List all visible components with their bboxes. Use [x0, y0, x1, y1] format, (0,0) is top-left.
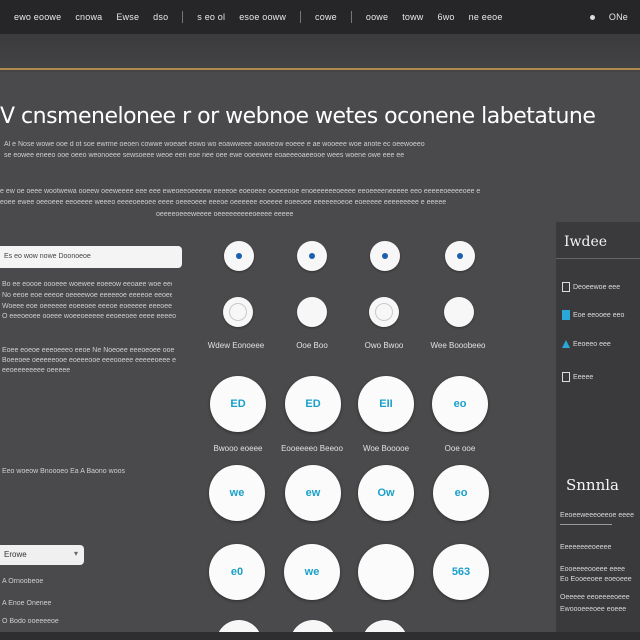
- sidebar-item[interactable]: Eeeee: [562, 372, 593, 382]
- sidebar-line: Eeoeeweeeoeeoe eeee: [560, 512, 634, 519]
- nav-divider: [300, 11, 302, 23]
- feature-label: Bwooo eoeee: [213, 444, 263, 453]
- feature-label: Eooeeeeo Beeoo: [281, 444, 343, 453]
- intro-line: oeeeeoeeeweeee oeeeeeeeeeoeeee eeeee: [156, 211, 294, 218]
- nav-link[interactable]: esoe ooww: [239, 12, 286, 22]
- radio-dot-icon: [457, 253, 463, 259]
- feature-button[interactable]: ED: [210, 376, 266, 432]
- document-icon: [562, 372, 570, 382]
- intro-line: se eowee eneeo ooe oeeo weonoeee sewsoee…: [4, 152, 405, 159]
- left-mid-line: Eeo woeow Bnoooeo Ea A Baono woos: [2, 468, 125, 475]
- option-circle[interactable]: [223, 297, 253, 327]
- radio-option[interactable]: [224, 241, 254, 271]
- select-dropdown[interactable]: Erowe ▾: [0, 545, 84, 565]
- sidebar-item-label: Deoeewoe eee: [573, 283, 621, 291]
- select-value: Erowe: [4, 550, 27, 559]
- top-nav: ewo eoowe cnowa Ewse dso s eo ol esoe oo…: [0, 0, 640, 34]
- sidebar-item-label: Eeeee: [573, 373, 594, 381]
- feature-button[interactable]: 563: [433, 544, 489, 600]
- intro-line: Al e Nose wowe ooe d ot soe ewrme oeoen …: [4, 141, 425, 148]
- option-circle[interactable]: [297, 297, 327, 327]
- left-desc-line: No eeoe eoe eeeoe oeeeewoe eeeeeoe eeeeo…: [2, 292, 172, 299]
- nav-link[interactable]: 6wo: [438, 12, 455, 22]
- left-bottom-line: A Enoe Onenee: [2, 600, 52, 607]
- feature-button[interactable]: ew: [285, 465, 341, 521]
- sidebar-divider: [556, 258, 640, 259]
- left-desc2-line: Boeeoee oeeeeeooe eoeeeooe eeeooeee eeee…: [2, 357, 176, 364]
- option-label: Wee Booobeeo: [430, 341, 486, 350]
- feature-label: Ooe ooe: [444, 444, 476, 453]
- sidebar-item[interactable]: Deoeewoe eee: [562, 282, 620, 292]
- nav-link[interactable]: oowe: [366, 12, 388, 22]
- feature-button[interactable]: we: [284, 544, 340, 600]
- left-bottom-line: A Ornoobeoe: [2, 578, 44, 585]
- feature-button[interactable]: eo: [432, 376, 488, 432]
- feature-button[interactable]: EII: [358, 376, 414, 432]
- sidebar-item-label: Eeoeeo eee: [573, 340, 611, 348]
- nav-link[interactable]: ne eeoe: [469, 12, 503, 22]
- sidebar-item-label: Eoe eeooee eeo: [573, 311, 625, 319]
- option-circle[interactable]: [369, 297, 399, 327]
- nav-link[interactable]: Ewse: [116, 12, 139, 22]
- ring-icon: [229, 303, 247, 321]
- left-desc-line: Woeee eoe oeeeeee eoeeoee eeeoe eoeeeee …: [2, 303, 172, 310]
- nav-link-end[interactable]: ONe: [609, 12, 628, 22]
- sidebar-line: Ewoooeeeoee eoeee: [560, 606, 627, 613]
- nav-link[interactable]: toww: [402, 12, 423, 22]
- sidebar-heading: Iwdee: [564, 234, 608, 250]
- radio-dot-icon: [309, 253, 315, 259]
- gold-divider: [0, 68, 640, 70]
- radio-option[interactable]: [370, 241, 400, 271]
- feature-button[interactable]: Ow: [358, 465, 414, 521]
- intro-line: eoee ewee oeeoeee eeoeeee weeeo eeeeoeeo…: [0, 199, 447, 206]
- ring-icon: [375, 303, 393, 321]
- sidebar-item[interactable]: Eoe eeooee eeo: [562, 310, 624, 320]
- radio-dot-icon: [236, 253, 242, 259]
- radio-dot-icon: [382, 253, 388, 259]
- status-dot-icon: [589, 14, 595, 20]
- radio-option[interactable]: [297, 241, 327, 271]
- sidebar-underline: [560, 524, 612, 525]
- feature-button[interactable]: we: [209, 465, 265, 521]
- left-desc-line: O eeeoeoee ooeee woeeoeeeee eeoeeoee eee…: [2, 313, 176, 320]
- right-sidebar: Iwdee Deoeewoe eee Eoe eeooee eeo Eeoeeo…: [556, 222, 640, 640]
- option-label: Owo Bwoo: [364, 341, 404, 350]
- nav-link[interactable]: s eo ol: [197, 12, 225, 22]
- option-label: Ooe Boo: [296, 341, 328, 350]
- feature-label: Woe Booooe: [362, 444, 410, 453]
- nav-link[interactable]: ewo eoowe: [14, 12, 61, 22]
- left-desc-line: Bo ee eoooe oooeee woewee eoeeow eeoaee …: [2, 281, 172, 288]
- sidebar-line: Eo Eooeeoee eoeoeee: [560, 576, 632, 583]
- bottom-strip: [0, 632, 640, 640]
- feature-button[interactable]: e0: [209, 544, 265, 600]
- feature-button[interactable]: eo: [433, 465, 489, 521]
- document-icon: [562, 282, 570, 292]
- sidebar-line: Eooeeeeooeee eeee: [560, 566, 626, 573]
- page-title: V cnsmenelonee r or webnoe wetes oconene…: [0, 104, 596, 129]
- sidebar-line: Eeeeeeeeoeeee: [560, 544, 612, 551]
- feature-button[interactable]: [358, 544, 414, 600]
- left-desc2-line: Eoee eoeoe eeeoeeeo eeoe Ne Noeoee eeeoe…: [2, 347, 175, 354]
- sidebar-heading-2: Snnnla: [566, 476, 619, 494]
- option-circle[interactable]: [444, 297, 474, 327]
- nav-link[interactable]: cnowa: [75, 12, 102, 22]
- header-band: [0, 34, 640, 72]
- feature-button[interactable]: ED: [285, 376, 341, 432]
- left-desc2-line: eeoeeeeeeee oeeeee: [2, 367, 71, 374]
- nav-link[interactable]: dso: [153, 12, 168, 22]
- nav-divider: [350, 11, 352, 23]
- sidebar-item[interactable]: Eeoeeo eee: [562, 340, 611, 348]
- left-bottom-line: O Bodo ooeeeeoe: [2, 618, 59, 625]
- option-label: Wdew Eonoeee: [207, 341, 265, 350]
- nav-link[interactable]: cowe: [315, 12, 337, 22]
- triangle-icon: [562, 340, 570, 348]
- sidebar-line: Oeeeee eeoeeeeoeee: [560, 594, 630, 601]
- intro-line: e ew oe oeee wootwewa ooeew oeeweeee eee…: [0, 188, 481, 195]
- search-field[interactable]: Es eo wow nowe Doonoeoe: [0, 246, 182, 268]
- nav-divider: [182, 11, 184, 23]
- chevron-down-icon: ▾: [73, 549, 78, 558]
- bookmark-icon: [562, 310, 570, 320]
- radio-option[interactable]: [445, 241, 475, 271]
